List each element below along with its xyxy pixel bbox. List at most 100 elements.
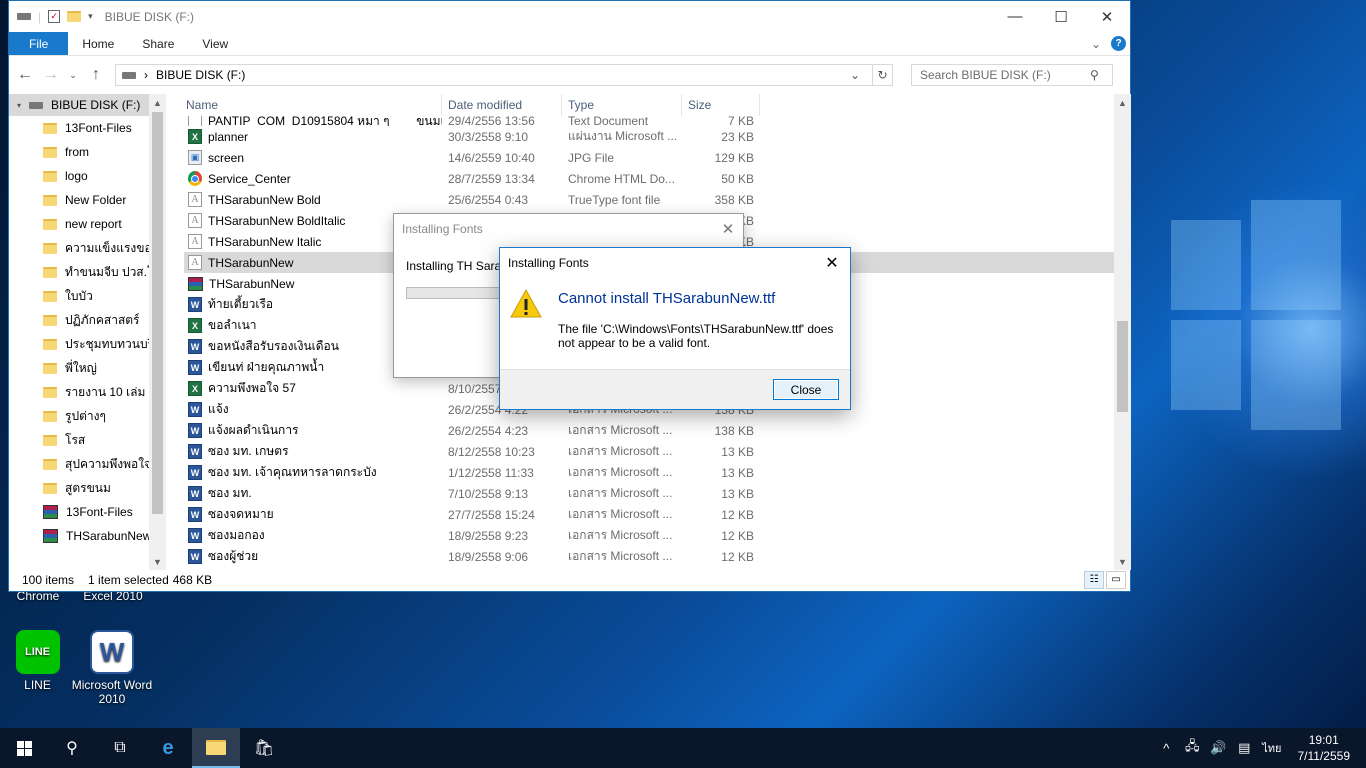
scroll-up-icon[interactable]: ▲ bbox=[149, 94, 166, 111]
file-row[interactable]: W ซองผู้ช่วย 18/9/2558 9:06 เอกสาร Microsof… bbox=[184, 546, 1114, 567]
nav-item[interactable]: THSarabunNew bbox=[9, 524, 149, 548]
search-taskbar-icon[interactable]: ⚲ bbox=[48, 728, 96, 768]
column-size[interactable]: Size bbox=[682, 94, 760, 116]
scroll-thumb[interactable] bbox=[1117, 321, 1128, 412]
nav-item[interactable]: ความแข็งแรงของวัส bbox=[9, 236, 149, 260]
tab-home[interactable]: Home bbox=[68, 32, 128, 55]
file-date: 27/7/2558 15:24 bbox=[448, 507, 535, 522]
details-view-icon[interactable]: ☷ bbox=[1084, 570, 1104, 589]
nav-item[interactable]: ทำขนมจีบ ปวส.โยธ bbox=[9, 260, 149, 284]
file-row[interactable]: ▣ screen 14/6/2559 10:40 JPG File 129 KB bbox=[184, 147, 1114, 168]
up-arrow-icon[interactable]: ↑ bbox=[89, 66, 103, 84]
search-box[interactable]: ⚲ bbox=[911, 64, 1113, 86]
separator: | bbox=[38, 9, 42, 24]
forward-arrow-icon[interactable]: → bbox=[43, 66, 59, 84]
nav-item[interactable]: from bbox=[9, 140, 149, 164]
column-date[interactable]: Date modified bbox=[442, 94, 562, 116]
minimize-button[interactable]: — bbox=[992, 1, 1038, 32]
nav-item[interactable]: รายงาน 10 เล่ม bbox=[9, 380, 149, 404]
recent-locations-icon[interactable]: ⌄ bbox=[69, 70, 77, 81]
properties-icon[interactable]: ✓ bbox=[48, 10, 61, 23]
nav-scrollbar[interactable]: ▲ ▼ bbox=[149, 94, 166, 570]
address-box[interactable]: › BIBUE DISK (F:) ⌄ ↻ bbox=[115, 64, 893, 86]
desktop-icon-line[interactable]: LINE LINE bbox=[0, 630, 75, 692]
file-row[interactable]: W ซอง มท. เจ้าคุณทหารลาดกระบัง 1/12/2558 1… bbox=[184, 462, 1114, 483]
large-icons-view-icon[interactable]: ▭ bbox=[1106, 570, 1126, 589]
breadcrumb-path[interactable]: BIBUE DISK (F:) bbox=[156, 68, 245, 82]
error-dialog-close-icon[interactable]: ✕ bbox=[814, 248, 850, 278]
file-row[interactable]: W ซอง มท. 7/10/2558 9:13 เอกสาร Microsoft .… bbox=[184, 483, 1114, 504]
column-name[interactable]: Name ^ bbox=[184, 94, 442, 116]
store-icon[interactable]: 🛍 bbox=[240, 728, 288, 768]
nav-root-drive[interactable]: ▾ BIBUE DISK (F:) bbox=[9, 94, 149, 116]
archive-icon bbox=[43, 505, 58, 519]
file-explorer-taskbar-button[interactable] bbox=[192, 728, 240, 768]
file-row[interactable]: A THSarabunNew Bold 25/6/2554 0:43 TrueType… bbox=[184, 189, 1114, 210]
column-type[interactable]: Type bbox=[562, 94, 682, 116]
language-indicator[interactable]: ไทย bbox=[1262, 739, 1281, 757]
excel-file-icon: X bbox=[188, 381, 202, 396]
maximize-button[interactable]: ☐ bbox=[1038, 1, 1084, 32]
breadcrumb-separator[interactable]: › bbox=[144, 68, 148, 82]
file-row[interactable]: W ซองมอกอง 18/9/2558 9:23 เอกสาร Microsoft … bbox=[184, 525, 1114, 546]
file-row[interactable]: W ซองจดหมาย 27/7/2558 15:24 เอกสาร Microsof… bbox=[184, 504, 1114, 525]
nav-item[interactable]: พี่ใหญ่ bbox=[9, 356, 149, 380]
nav-item[interactable]: 13Font-Files bbox=[9, 500, 149, 524]
new-folder-icon[interactable] bbox=[67, 11, 82, 22]
word-file-icon: W bbox=[188, 507, 202, 522]
tab-file[interactable]: File bbox=[9, 32, 69, 55]
customize-toolbar-icon[interactable]: ▾ bbox=[88, 11, 93, 22]
nav-item[interactable]: 13Font-Files bbox=[9, 116, 149, 140]
action-center-icon[interactable]: ▤ bbox=[1236, 740, 1252, 756]
task-view-icon[interactable]: ⧉ bbox=[96, 728, 144, 768]
refresh-icon[interactable]: ↻ bbox=[872, 65, 892, 85]
nav-item[interactable]: logo bbox=[9, 164, 149, 188]
file-row[interactable]: Xplanner 30/3/2558 9:10 แผ่นงาน Microsoft … bbox=[184, 126, 1114, 147]
column-header: Name ^ Date modified Type Size bbox=[184, 94, 1114, 116]
wallpaper-pane bbox=[1171, 220, 1241, 310]
address-dropdown-icon[interactable]: ⌄ bbox=[846, 68, 864, 82]
clock[interactable]: 19:01 7/11/2559 bbox=[1292, 732, 1357, 764]
network-icon[interactable]: 🖧 bbox=[1184, 737, 1200, 759]
nav-item[interactable]: โรส bbox=[9, 428, 149, 452]
desktop-icon-word[interactable]: W Microsoft Word 2010 bbox=[70, 630, 154, 706]
start-button[interactable] bbox=[0, 728, 48, 768]
word-file-icon: W bbox=[188, 297, 202, 312]
file-name: ซอง มท. เกษตร bbox=[208, 444, 289, 458]
expand-ribbon-icon[interactable]: ⌄ bbox=[1091, 37, 1101, 51]
volume-icon[interactable]: 🔊 bbox=[1210, 740, 1226, 756]
edge-icon[interactable]: e bbox=[144, 728, 192, 768]
close-button[interactable]: Close bbox=[773, 379, 839, 400]
nav-item[interactable]: ใบบัว bbox=[9, 284, 149, 308]
search-icon[interactable]: ⚲ bbox=[1090, 68, 1099, 82]
nav-item[interactable]: รูปต่างๆ bbox=[9, 404, 149, 428]
progress-dialog-close-icon[interactable]: ✕ bbox=[713, 220, 743, 238]
tab-share[interactable]: Share bbox=[128, 32, 188, 55]
collapse-chevron-icon[interactable]: ▾ bbox=[17, 101, 21, 110]
file-row[interactable]: W แจ้งผลดำเนินการ 26/2/2554 4:23 เอกสาร Mic… bbox=[184, 420, 1114, 441]
scroll-up-icon[interactable]: ▲ bbox=[1114, 94, 1131, 111]
folder-icon bbox=[43, 146, 57, 158]
file-row[interactable]: W ซอง มท. เกษตร 8/12/2558 10:23 เอกสาร Micr… bbox=[184, 441, 1114, 462]
scroll-thumb[interactable] bbox=[152, 112, 163, 514]
title-bar: | ✓ ▾ BIBUE DISK (F:) — ☐ ✕ bbox=[9, 1, 1130, 32]
file-type: เอกสาร Microsoft ... bbox=[568, 549, 673, 563]
nav-item[interactable]: ประชุมทบทวนบริหา bbox=[9, 332, 149, 356]
show-hidden-icons-chevron[interactable]: ^ bbox=[1158, 741, 1174, 756]
file-type: เอกสาร Microsoft ... bbox=[568, 507, 673, 521]
file-row[interactable]: Service_Center 28/7/2559 13:34 Chrome HTML… bbox=[184, 168, 1114, 189]
back-arrow-icon[interactable]: ← bbox=[17, 66, 33, 84]
help-icon[interactable]: ? bbox=[1111, 36, 1126, 51]
list-scrollbar[interactable]: ▲ ▼ bbox=[1114, 94, 1131, 570]
nav-item[interactable]: new report bbox=[9, 212, 149, 236]
search-input[interactable] bbox=[920, 68, 1090, 82]
word-file-icon: W bbox=[188, 423, 202, 438]
nav-item[interactable]: สุปความพึงพอใจลูก bbox=[9, 452, 149, 476]
nav-item[interactable]: New Folder bbox=[9, 188, 149, 212]
close-window-button[interactable]: ✕ bbox=[1084, 1, 1130, 32]
nav-item[interactable]: ปฏิภักคสาสตร์ bbox=[9, 308, 149, 332]
folder-icon bbox=[43, 386, 57, 398]
nav-item[interactable]: สูตรขนม bbox=[9, 476, 149, 500]
file-row[interactable]: PANTIP_COM_D10915804 หมา ๆ ___ ขนมแม่...… bbox=[184, 116, 1114, 126]
tab-view[interactable]: View bbox=[188, 32, 242, 55]
